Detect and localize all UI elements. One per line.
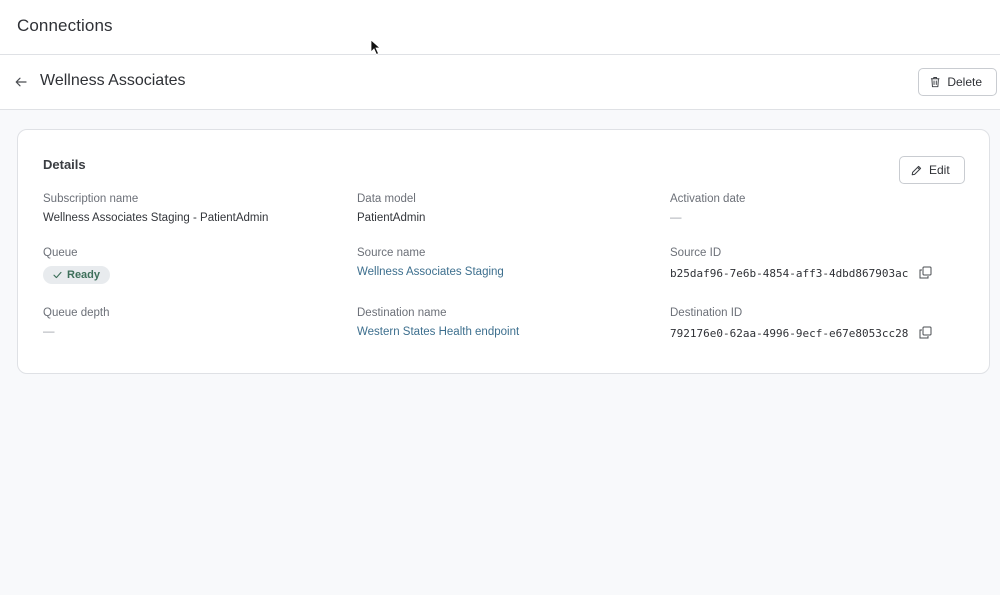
- trash-icon: [930, 77, 940, 88]
- back-button[interactable]: [12, 73, 30, 91]
- field-data-model: Data model PatientAdmin: [357, 193, 425, 224]
- queue-depth-value: —: [43, 326, 55, 338]
- field-activation-date: Activation date —: [670, 193, 745, 224]
- check-icon: [53, 271, 62, 279]
- details-card: Details Edit Subscription name Wellness …: [17, 129, 990, 374]
- edit-button[interactable]: Edit: [899, 156, 965, 184]
- field-label: Destination name: [357, 307, 447, 319]
- field-subscription-name: Subscription name Wellness Associates St…: [43, 193, 268, 224]
- copy-source-id-button[interactable]: [919, 266, 933, 280]
- field-source-id: Source ID b25daf96-7e6b-4854-aff3-4dbd86…: [670, 247, 933, 280]
- field-label: Source ID: [670, 247, 722, 259]
- mouse-cursor-icon: [370, 39, 382, 56]
- pencil-icon: [911, 165, 922, 175]
- field-label: Queue depth: [43, 307, 110, 319]
- status-badge-label: Ready: [67, 269, 101, 281]
- source-id-value: b25daf96-7e6b-4854-aff3-4dbd867903ac: [670, 266, 909, 280]
- copy-destination-id-button[interactable]: [919, 326, 933, 340]
- app-section-title: Connections: [17, 16, 113, 35]
- edit-button-label: Edit: [929, 163, 950, 177]
- field-destination-id: Destination ID 792176e0-62aa-4996-9ecf-e…: [670, 307, 933, 340]
- field-label: Destination ID: [670, 307, 743, 319]
- status-badge: Ready: [43, 266, 111, 284]
- copy-icon: [919, 326, 932, 339]
- field-label: Data model: [357, 193, 416, 205]
- subscription-name-value: Wellness Associates Staging - PatientAdm…: [43, 212, 269, 224]
- top-bar: Connections: [0, 0, 1000, 56]
- source-name-link[interactable]: Wellness Associates Staging: [357, 266, 504, 278]
- data-model-value: PatientAdmin: [357, 212, 426, 224]
- field-queue: Queue Ready: [43, 247, 111, 284]
- activation-date-value: —: [670, 212, 682, 224]
- details-title: Details: [43, 157, 86, 172]
- destination-name-link[interactable]: Western States Health endpoint: [357, 326, 519, 338]
- page-title: Wellness Associates: [40, 72, 186, 89]
- destination-id-value: 792176e0-62aa-4996-9ecf-e67e8053cc28: [670, 326, 909, 340]
- field-source-name: Source name Wellness Associates Staging: [357, 247, 504, 278]
- field-destination-name: Destination name Western States Health e…: [357, 307, 519, 338]
- field-label: Activation date: [670, 193, 746, 205]
- delete-button[interactable]: Delete: [918, 68, 997, 96]
- field-queue-depth: Queue depth —: [43, 307, 110, 338]
- field-label: Source name: [357, 247, 426, 259]
- page-header: Wellness Associates Delete: [0, 55, 1000, 110]
- copy-icon: [919, 266, 932, 279]
- delete-button-label: Delete: [947, 75, 982, 89]
- arrow-left-icon: [15, 77, 27, 87]
- field-label: Queue: [43, 247, 78, 259]
- field-label: Subscription name: [43, 193, 139, 205]
